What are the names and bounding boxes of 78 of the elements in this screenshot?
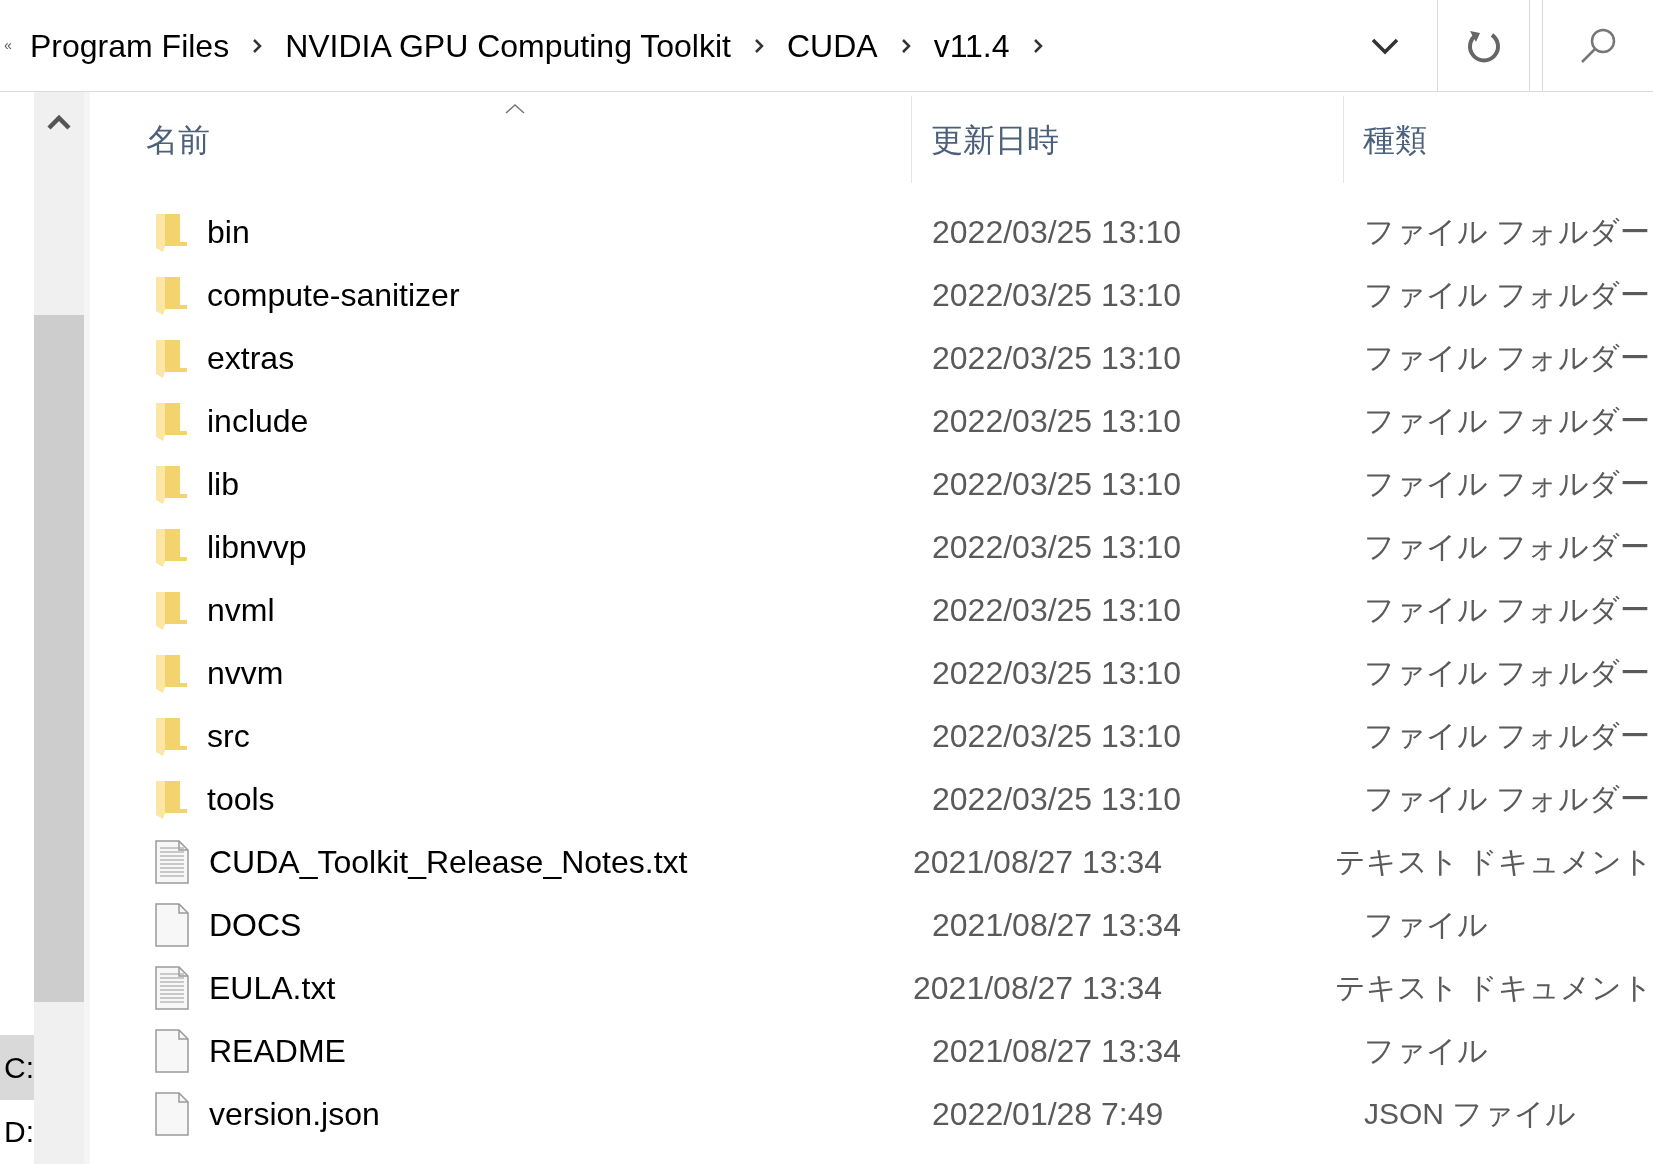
modified-date: 2021/08/27 13:34 [931, 905, 1183, 945]
folder-icon [155, 526, 187, 567]
folder-icon [155, 715, 187, 756]
file-name[interactable]: compute-sanitizer [207, 270, 460, 319]
file-type: ファイル フォルダー [1363, 340, 1651, 376]
column-header[interactable]: 名前 [90, 96, 912, 183]
file-type: ファイル フォルダー [1363, 781, 1651, 817]
text-document-icon [155, 839, 189, 884]
modified-date: 2022/03/25 13:10 [931, 338, 1183, 378]
folder-icon [155, 778, 187, 819]
sort-ascending-icon [505, 104, 525, 114]
modified-date: 2022/03/25 13:10 [931, 653, 1183, 693]
folder-icon [155, 274, 187, 315]
column-header[interactable]: 更新日時 [912, 96, 1344, 183]
file-type: ファイル フォルダー [1363, 277, 1651, 313]
file-type: ファイル [1363, 907, 1488, 943]
modified-date: 2022/03/25 13:10 [931, 275, 1183, 315]
breadcrumb-chevron-icon[interactable] [899, 36, 912, 55]
file-type: ファイル フォルダー [1363, 529, 1651, 565]
folder-icon [155, 400, 187, 441]
folder-icon [155, 652, 187, 693]
file-name[interactable]: include [207, 396, 309, 445]
file-type: テキスト ドキュメント [1333, 970, 1653, 1006]
file-type: ファイル フォルダー [1363, 718, 1651, 754]
text-document-icon [155, 965, 189, 1010]
file-name[interactable]: nvvm [207, 648, 284, 697]
file-name[interactable]: README [209, 1026, 346, 1075]
scrollbar[interactable] [34, 92, 84, 1164]
file-name[interactable]: version.json [209, 1089, 380, 1138]
modified-date: 2022/01/28 7:49 [931, 1094, 1165, 1134]
blank-document-icon [155, 902, 189, 947]
blank-document-icon [155, 1091, 189, 1136]
file-type: ファイル フォルダー [1363, 592, 1651, 628]
scrollbar-thumb[interactable] [34, 315, 84, 1002]
modified-date: 2022/03/25 13:10 [931, 401, 1183, 441]
modified-date: 2022/03/25 13:10 [931, 212, 1183, 252]
file-name[interactable]: tools [207, 774, 275, 823]
overflow-chevron[interactable]: « [4, 35, 30, 56]
breadcrumb-chevron-icon[interactable] [752, 36, 765, 55]
modified-date: 2022/03/25 13:10 [931, 464, 1183, 504]
file-type: ファイル フォルダー [1363, 466, 1651, 502]
file-type: ファイル フォルダー [1363, 403, 1651, 439]
file-name[interactable]: bin [207, 207, 250, 256]
column-header[interactable]: 種類 [1344, 96, 1653, 183]
file-name[interactable]: extras [207, 333, 295, 382]
file-name[interactable]: EULA.txt [209, 963, 336, 1012]
file-name[interactable]: DOCS [209, 900, 302, 949]
folder-icon [155, 589, 187, 630]
modified-date: 2022/03/25 13:10 [931, 716, 1183, 756]
file-name[interactable]: src [207, 711, 250, 760]
breadcrumb-chevron-icon[interactable] [251, 36, 264, 55]
modified-date: 2022/03/25 13:10 [931, 590, 1183, 630]
file-type: テキスト ドキュメント [1333, 844, 1653, 880]
breadcrumb-chevron-icon[interactable] [1031, 36, 1044, 55]
file-name[interactable]: lib [207, 459, 239, 508]
folder-icon [155, 337, 187, 378]
modified-date: 2021/08/27 13:34 [912, 968, 1164, 1008]
file-name[interactable]: CUDA_Toolkit_Release_Notes.txt [209, 837, 688, 886]
breadcrumb-item[interactable]: NVIDIA GPU Computing Toolkit [285, 21, 731, 70]
file-name[interactable]: nvml [207, 585, 275, 634]
file-type: ファイル フォルダー [1363, 655, 1651, 691]
file-type: ファイル フォルダー [1363, 214, 1651, 250]
file-type: ファイル [1363, 1033, 1488, 1069]
file-name[interactable]: libnvvp [207, 522, 307, 571]
breadcrumb-item[interactable]: CUDA [786, 21, 878, 70]
modified-date: 2021/08/27 13:34 [931, 1031, 1183, 1071]
modified-date: 2022/03/25 13:10 [931, 527, 1183, 567]
file-type: JSON ファイル [1363, 1096, 1577, 1132]
blank-document-icon [155, 1028, 189, 1073]
drive-item[interactable]: C: [0, 1035, 34, 1100]
breadcrumb-item[interactable]: v11.4 [933, 21, 1010, 70]
folder-icon [155, 463, 187, 504]
dropdown-chevron-icon[interactable] [1371, 36, 1399, 55]
modified-date: 2021/08/27 13:34 [912, 842, 1164, 882]
refresh-button[interactable] [1437, 0, 1530, 92]
folder-icon [155, 211, 187, 252]
modified-date: 2022/03/25 13:10 [931, 779, 1183, 819]
breadcrumb-item[interactable]: Program Files [30, 21, 230, 70]
